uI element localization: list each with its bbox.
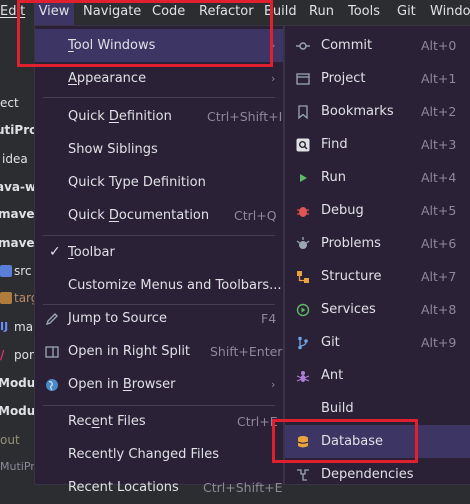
folder-icon: [0, 265, 12, 277]
maven-icon: /: [0, 348, 5, 362]
folder-icon: [0, 292, 12, 304]
menu-item-tool-windows[interactable]: Tool Windows ›: [35, 29, 283, 62]
bookmark-icon: [298, 105, 308, 120]
chevron-right-icon: ›: [271, 72, 276, 85]
commit-icon: [296, 42, 310, 50]
menu-item-recent-locations[interactable]: Recent Locations Ctrl+Shift+E: [35, 471, 283, 504]
view-menu: Tool Windows › Appearance › Quick Defini…: [34, 25, 284, 495]
main-menubar: Edit View Navigate Code Refactor Build R…: [0, 0, 470, 25]
tool-window-find[interactable]: Find Alt+3: [285, 128, 470, 161]
tool-window-structure[interactable]: Structure Alt+7: [285, 260, 470, 293]
chevron-right-icon: ›: [271, 39, 276, 52]
debug-icon: [297, 207, 309, 217]
menu-item-quick-definition[interactable]: Quick Definition Ctrl+Shift+I: [35, 100, 283, 133]
tool-window-services[interactable]: Services Alt+8: [285, 293, 470, 326]
menu-item-toolbar[interactable]: ✓ Toolbar: [35, 236, 283, 269]
menu-edit[interactable]: Edit: [0, 0, 25, 25]
tool-window-project[interactable]: Project Alt+1: [285, 62, 470, 95]
menu-navigate[interactable]: Navigate: [83, 0, 141, 25]
tool-window-build[interactable]: Build: [285, 392, 470, 425]
globe-icon: [46, 379, 58, 391]
menu-run[interactable]: Run: [309, 0, 334, 25]
split-view-icon: [45, 346, 59, 358]
dependencies-icon: [297, 469, 309, 481]
menu-tools[interactable]: Tools: [348, 0, 380, 25]
project-icon: [296, 73, 310, 85]
chevron-right-icon: ›: [271, 378, 276, 391]
structure-icon: [297, 271, 309, 283]
tool-window-ant[interactable]: Ant: [285, 359, 470, 392]
menu-item-recent-files[interactable]: Recent Files Ctrl+E: [35, 405, 283, 438]
tool-window-dependencies[interactable]: Dependencies: [285, 458, 470, 491]
menu-item-open-in-browser[interactable]: Open in Browser ›: [35, 368, 283, 401]
edit-pencil-icon: [45, 313, 58, 326]
checkmark-icon: ✓: [49, 244, 61, 260]
tool-window-bookmarks[interactable]: Bookmarks Alt+2: [285, 95, 470, 128]
tool-window-database[interactable]: Database: [285, 425, 470, 458]
database-icon: [297, 436, 309, 448]
ant-icon: [296, 371, 310, 382]
menu-window[interactable]: Window: [430, 0, 470, 25]
tool-window-debug[interactable]: Debug Alt+5: [285, 194, 470, 227]
tool-window-run[interactable]: Run Alt+4: [285, 161, 470, 194]
run-icon: [300, 174, 307, 182]
find-icon: [296, 138, 310, 152]
git-icon: [298, 336, 308, 350]
menu-refactor[interactable]: Refactor: [199, 0, 254, 25]
menu-build[interactable]: Build: [264, 0, 297, 25]
menu-item-show-siblings[interactable]: Show Siblings: [35, 133, 283, 166]
menu-item-recently-changed-files[interactable]: Recently Changed Files: [35, 438, 283, 471]
menu-item-open-in-right-split[interactable]: Open in Right Split Shift+Enter: [35, 335, 283, 368]
menu-git[interactable]: Git: [397, 0, 416, 25]
project-tree-pane: ect utiProj idea ava-w maver maver src t…: [0, 25, 34, 485]
menu-view[interactable]: View: [34, 0, 74, 25]
services-icon: [296, 303, 310, 317]
intellij-module-icon: IJ: [0, 320, 9, 333]
menu-item-customize-menus[interactable]: Customize Menus and Toolbars...: [35, 269, 283, 302]
menu-item-appearance[interactable]: Appearance ›: [35, 62, 283, 95]
separator: [43, 97, 275, 98]
tool-window-problems[interactable]: Problems Alt+6: [285, 227, 470, 260]
tool-window-commit[interactable]: Commit Alt+0: [285, 29, 470, 62]
tool-window-git[interactable]: Git Alt+9: [285, 326, 470, 359]
tool-windows-submenu: Commit Alt+0 Project Alt+1 Bookmarks Alt…: [284, 25, 470, 485]
menu-code[interactable]: Code: [152, 0, 185, 25]
menu-item-quick-type-definition[interactable]: Quick Type Definition: [35, 166, 283, 199]
problems-icon: [296, 237, 310, 249]
menu-item-jump-to-source[interactable]: Jump to Source F4: [35, 302, 283, 335]
menu-item-quick-documentation[interactable]: Quick Documentation Ctrl+Q: [35, 199, 283, 232]
